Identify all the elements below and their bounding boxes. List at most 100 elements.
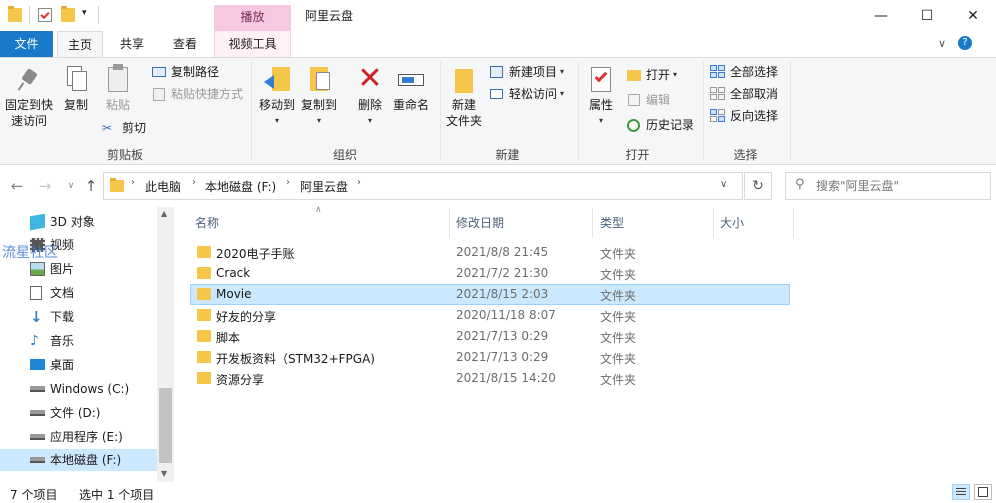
folder-icon [197,351,211,363]
column-divider[interactable] [449,208,450,238]
forward-arrow-icon[interactable]: → [36,177,54,195]
open-button[interactable]: 打开 ▾ [626,66,677,84]
tab-view[interactable]: 查看 [163,31,207,57]
qat-customize-icon[interactable]: ▾ [82,8,87,18]
copy-to-button[interactable]: 复制到 ▾ [298,64,340,129]
recent-locations-icon[interactable]: ∨ [62,177,80,195]
scroll-up-icon[interactable]: ▲ [161,209,167,218]
pin-label-line2: 速访问 [10,114,47,128]
file-row[interactable]: 开发板资料（STM32+FPGA) 2021/7/13 0:29 文件夹 [190,347,790,368]
file-row[interactable]: 2020电子手账 2021/8/8 21:45 文件夹 [190,242,790,263]
address-dropdown-icon[interactable]: ∨ [720,179,727,190]
maximize-button[interactable]: ☐ [904,0,950,31]
cut-button[interactable]: ✂ 剪切 [102,119,146,137]
tab-video-tools[interactable]: 视频工具 [214,31,291,57]
nav-item-downloads[interactable]: ↓ 下载 [0,306,157,328]
delete-button[interactable]: ✕ 删除 ▾ [352,64,388,129]
close-button[interactable]: ✕ [950,0,996,31]
help-icon[interactable]: ? [958,36,972,50]
paste-shortcut-button[interactable]: 粘贴快捷方式 [151,85,243,103]
breadcrumb-separator-icon[interactable]: › [286,177,290,188]
copy-button[interactable]: 复制 [58,64,94,113]
nav-item-drive-c[interactable]: Windows (C:) [0,378,157,400]
breadcrumb-separator-icon[interactable]: › [131,177,135,188]
move-to-button[interactable]: 移动到 ▾ [256,64,298,129]
breadcrumb-aliyun[interactable]: 阿里云盘 [300,178,348,195]
details-view-button[interactable] [952,484,970,500]
explorer-window: ▾ 播放 阿里云盘 — ☐ ✕ 文件 主页 共享 查看 视频工具 ∨ ? 固定到… [0,0,996,503]
file-row[interactable]: 资源分享 2021/8/15 14:20 文件夹 [190,368,790,389]
minimize-icon: — [874,7,888,24]
nav-item-label: Windows (C:) [50,382,130,396]
search-input[interactable] [816,177,986,195]
easy-access-button[interactable]: 轻松访问 ▾ [489,85,564,103]
new-folder-button[interactable]: 新建 文件夹 [444,64,484,129]
select-all-icon [710,65,726,79]
status-bar: 7 个项目 选中 1 个项目 [0,482,996,503]
paste-shortcut-label: 粘贴快捷方式 [171,87,244,101]
new-item-dropdown-icon: ▾ [560,67,565,76]
new-folder-icon[interactable] [61,6,75,22]
drive-icon [30,410,45,416]
properties-dropdown-icon: ▾ [598,116,603,125]
file-row[interactable]: 脚本 2021/7/13 0:29 文件夹 [190,326,790,347]
rename-button[interactable]: 重命名 [390,64,432,113]
up-arrow-icon[interactable]: ↑ [82,177,100,195]
pictures-icon [30,262,45,276]
column-header-name[interactable]: 名称 [195,212,219,234]
properties-button[interactable]: 属性 ▾ [584,64,618,129]
copy-to-dropdown-icon: ▾ [316,116,321,125]
column-header-type[interactable]: 类型 [600,212,624,234]
file-row[interactable]: 好友的分享 2020/11/18 8:07 文件夹 [190,305,790,326]
collapse-ribbon-icon[interactable]: ∨ [938,37,946,50]
paste-button[interactable]: 粘贴 [100,64,136,113]
scroll-down-icon[interactable]: ▼ [161,469,167,478]
column-header-size[interactable]: 大小 [720,212,744,234]
new-item-button[interactable]: 新建项目 ▾ [489,63,564,81]
breadcrumb-drive-f[interactable]: 本地磁盘 (F:) [205,178,276,195]
file-row-selected[interactable]: Movie 2021/8/15 2:03 文件夹 [190,284,790,305]
minimize-button[interactable]: — [858,0,904,31]
edit-button[interactable]: 编辑 [626,91,670,109]
pin-quick-access-button[interactable]: 固定到快 速访问 [4,64,54,129]
nav-item-music[interactable]: ♪ 音乐 [0,330,157,352]
refresh-button[interactable]: ↻ [744,172,772,200]
nav-item-drive-e[interactable]: 应用程序 (E:) [0,426,157,448]
select-none-button[interactable]: 全部取消 [710,85,778,103]
tab-file[interactable]: 文件 [0,31,53,57]
breadcrumb-separator-icon[interactable]: › [192,177,196,188]
nav-item-3d-objects[interactable]: 3D 对象 [0,211,157,233]
paste-label: 粘贴 [105,98,130,112]
desktop-icon [30,359,45,370]
tab-home[interactable]: 主页 [57,31,103,58]
back-arrow-icon[interactable]: ← [8,177,26,195]
copy-path-button[interactable]: 复制路径 [151,63,219,81]
paste-icon [103,64,133,94]
address-bar[interactable] [103,172,743,200]
paste-shortcut-icon [151,87,167,101]
breadcrumb-separator-icon[interactable]: › [357,177,361,188]
nav-item-desktop[interactable]: 桌面 [0,354,157,376]
column-divider[interactable] [793,208,794,238]
breadcrumb-this-pc[interactable]: 此电脑 [145,178,181,195]
select-all-button[interactable]: 全部选择 [710,63,778,81]
nav-item-drive-f[interactable]: 本地磁盘 (F:) [0,449,157,471]
search-box[interactable]: ⚲ [785,172,991,200]
nav-scrollbar-thumb[interactable] [159,388,172,463]
column-divider[interactable] [713,208,714,238]
group-divider [440,62,441,160]
select-none-label: 全部取消 [730,87,779,101]
column-header-date[interactable]: 修改日期 [456,212,504,234]
properties-icon[interactable] [38,8,52,22]
column-divider[interactable] [592,208,593,238]
nav-item-drive-d[interactable]: 文件 (D:) [0,402,157,424]
large-icons-view-button[interactable] [974,484,992,500]
file-row[interactable]: Crack 2021/7/2 21:30 文件夹 [190,263,790,284]
nav-item-documents[interactable]: 文档 [0,282,157,304]
invert-selection-icon [710,109,726,123]
file-date: 2021/8/15 2:03 [456,287,549,301]
tab-share[interactable]: 共享 [110,31,154,57]
history-button[interactable]: 历史记录 [626,116,694,134]
invert-selection-button[interactable]: 反向选择 [710,107,778,125]
file-type: 文件夹 [600,247,637,261]
